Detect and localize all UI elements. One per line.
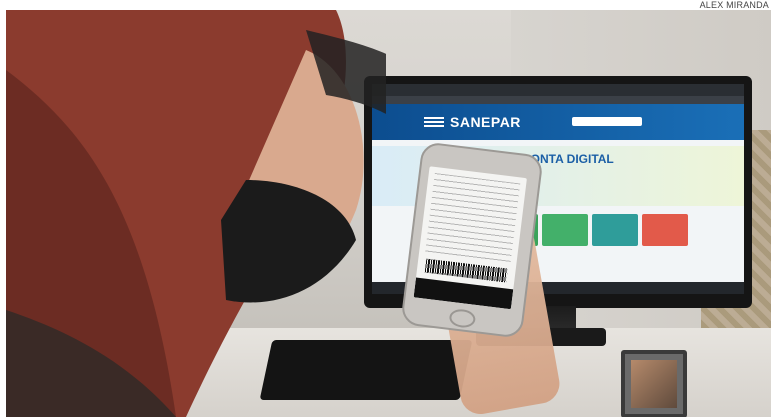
site-search-box [572,117,642,126]
phone-screen [413,166,527,310]
water-bill-document [425,172,521,263]
sanepar-logo-icon [424,117,444,127]
browser-address-bar [372,96,744,104]
service-tile [542,214,588,246]
person-with-mask [6,10,386,417]
browser-tab-bar [372,84,744,96]
service-tile [592,214,638,246]
framed-photo [631,360,677,408]
barcode [424,258,508,283]
photo-frame [621,350,687,417]
smartphone [400,141,544,339]
sanepar-site-header: SANEPAR [372,104,744,140]
sanepar-logo-text: SANEPAR [450,114,521,130]
photo-credit: ALEX MIRANDA [699,0,769,10]
photograph: SANEPAR CONTA DIGITAL [6,10,771,417]
service-tile [642,214,688,246]
